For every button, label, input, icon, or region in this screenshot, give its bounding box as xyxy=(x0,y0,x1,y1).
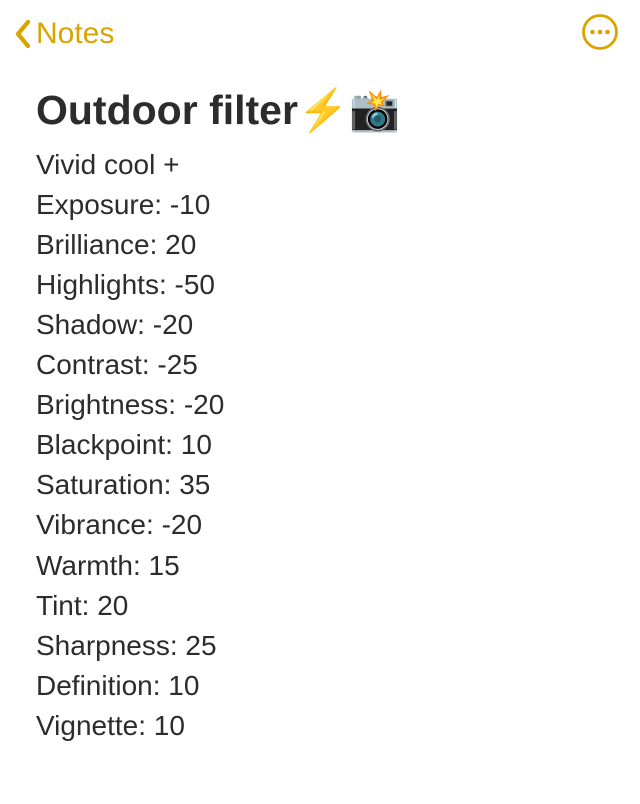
more-icon xyxy=(581,13,619,56)
note-line: Brilliance: 20 xyxy=(36,225,604,265)
note-line: Vignette: 10 xyxy=(36,706,604,746)
nav-header: Notes xyxy=(0,0,640,68)
note-line: Highlights: -50 xyxy=(36,265,604,305)
note-line: Definition: 10 xyxy=(36,666,604,706)
note-content[interactable]: Outdoor filter⚡️📸 Vivid cool +Exposure: … xyxy=(0,68,640,746)
back-label: Notes xyxy=(36,17,114,51)
note-line: Sharpness: 25 xyxy=(36,626,604,666)
note-line: Exposure: -10 xyxy=(36,185,604,225)
note-line: Vibrance: -20 xyxy=(36,505,604,545)
note-body: Vivid cool +Exposure: -10Brilliance: 20H… xyxy=(36,145,604,745)
note-title: Outdoor filter⚡️📸 xyxy=(36,86,604,135)
note-line: Contrast: -25 xyxy=(36,345,604,385)
note-line: Brightness: -20 xyxy=(36,385,604,425)
note-line: Saturation: 35 xyxy=(36,465,604,505)
more-button[interactable] xyxy=(580,14,620,54)
note-line: Blackpoint: 10 xyxy=(36,425,604,465)
note-line: Vivid cool + xyxy=(36,145,604,185)
note-line: Tint: 20 xyxy=(36,586,604,626)
chevron-left-icon xyxy=(12,17,34,51)
note-line: Warmth: 15 xyxy=(36,546,604,586)
note-line: Shadow: -20 xyxy=(36,305,604,345)
back-button[interactable]: Notes xyxy=(12,17,114,51)
